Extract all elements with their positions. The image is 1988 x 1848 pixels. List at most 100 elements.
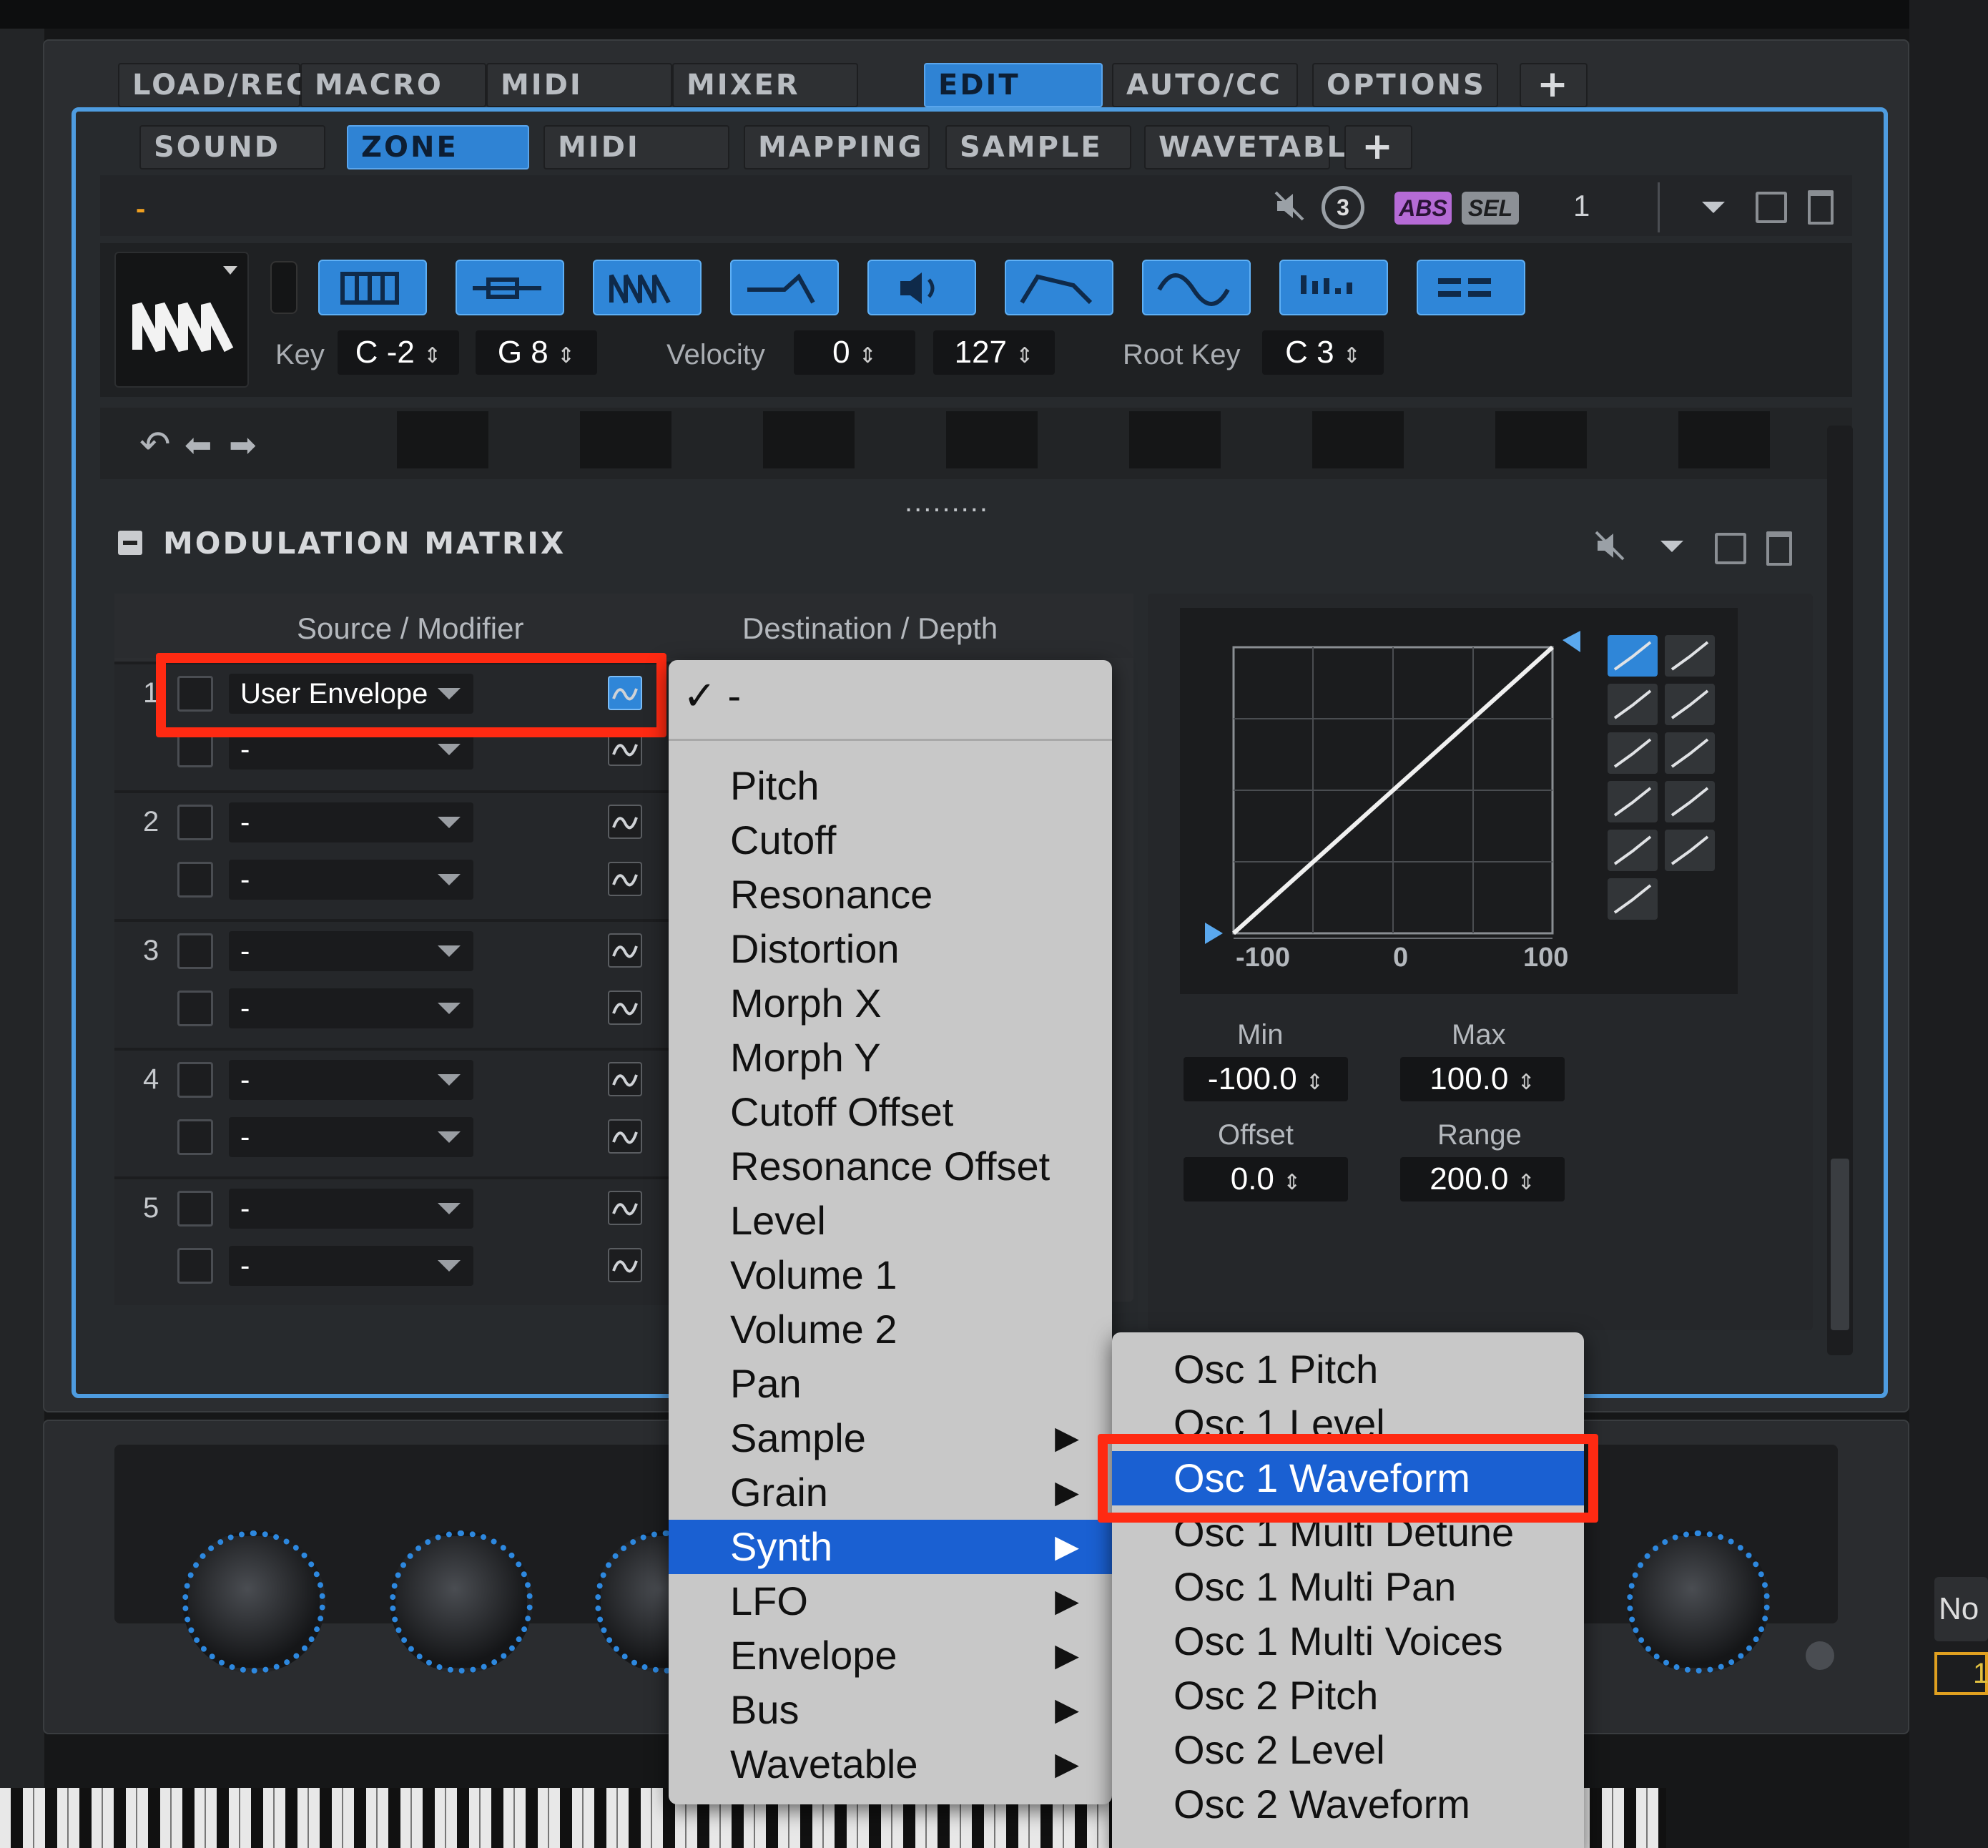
menu-item-grain[interactable]: Grain ▶ <box>669 1465 1112 1520</box>
curve-shape-curve-down-button[interactable] <box>1608 732 1658 774</box>
forward-arrow-icon[interactable]: ➡ <box>229 426 257 464</box>
menu-item-synth[interactable]: Synth ▶ <box>669 1520 1112 1574</box>
collapse-section-icon[interactable] <box>118 531 142 555</box>
modifier-dropdown[interactable]: - <box>229 1246 473 1286</box>
subtab-sample[interactable]: SAMPLE <box>945 125 1131 169</box>
modifier-curve-icon[interactable] <box>608 933 642 968</box>
history-slot[interactable] <box>1495 411 1587 468</box>
min-field[interactable]: -100.0 ⇕ <box>1184 1057 1348 1101</box>
submenu-item-osc-1-multi-pan[interactable]: Osc 1 Multi Pan <box>1112 1560 1584 1614</box>
curve-shape-step-button[interactable] <box>1665 635 1715 677</box>
knob[interactable] <box>182 1530 325 1673</box>
menu-item-sample[interactable]: Sample ▶ <box>669 1411 1112 1465</box>
tab-edit[interactable]: EDIT <box>924 63 1103 107</box>
submenu-item-osc-2-pitch[interactable]: Osc 2 Pitch <box>1112 1668 1584 1723</box>
velocity-low-field[interactable]: 0 ⇕ <box>794 330 915 375</box>
modifier-curve-icon[interactable] <box>608 991 642 1025</box>
source-dropdown[interactable]: - <box>229 802 473 842</box>
row-enable-checkbox[interactable] <box>177 933 213 969</box>
zone-type-logo[interactable] <box>114 252 249 388</box>
curve-shape-step-3-button[interactable] <box>1665 781 1715 822</box>
tab-midi[interactable]: MIDI <box>486 63 672 107</box>
zone-enable-toggle[interactable] <box>270 261 297 314</box>
row-enable-checkbox[interactable] <box>177 1191 213 1227</box>
modifier-curve-icon[interactable] <box>608 1191 642 1225</box>
key-high-field[interactable]: G 8 ⇕ <box>476 330 597 375</box>
menu-item-resonance-offset[interactable]: Resonance Offset <box>669 1139 1112 1194</box>
submenu-item-osc-1-pitch[interactable]: Osc 1 Pitch <box>1112 1342 1584 1397</box>
mm-trash-icon[interactable] <box>1766 531 1792 566</box>
row-enable-checkbox[interactable] <box>177 1062 213 1098</box>
modifier-curve-icon[interactable] <box>608 1119 642 1154</box>
offset-field[interactable]: 0.0 ⇕ <box>1184 1157 1348 1201</box>
list-section-button[interactable] <box>1417 260 1525 315</box>
curve-shape-linear-2-button[interactable] <box>1665 684 1715 725</box>
preset-dropdown-icon[interactable] <box>1702 202 1725 213</box>
filter-section-button[interactable] <box>730 260 839 315</box>
subtab-wavetable[interactable]: WAVETABLE <box>1144 125 1367 169</box>
scrollbar-thumb[interactable] <box>1831 1159 1849 1330</box>
focus-badge[interactable]: 3 <box>1322 186 1364 229</box>
menu-item-pan[interactable]: Pan <box>669 1357 1112 1411</box>
modifier-curve-icon[interactable] <box>608 1062 642 1096</box>
add-subtab-button[interactable]: + <box>1344 125 1412 169</box>
menu-item-resonance[interactable]: Resonance <box>669 868 1112 922</box>
tab-options[interactable]: OPTIONS <box>1312 63 1498 107</box>
save-icon[interactable] <box>1756 192 1787 223</box>
tab-load-rec[interactable]: LOAD/REC <box>118 63 307 107</box>
curve-shape-ramp-button[interactable] <box>1608 878 1658 920</box>
mm-preset-dropdown-icon[interactable] <box>1660 541 1683 552</box>
row-enable-checkbox[interactable] <box>177 805 213 840</box>
menu-item-pitch[interactable]: Pitch <box>669 759 1112 813</box>
row-enable-checkbox[interactable] <box>177 862 213 898</box>
menu-item-morph-x[interactable]: Morph X <box>669 976 1112 1031</box>
history-slot[interactable] <box>1129 411 1221 468</box>
row-enable-checkbox[interactable] <box>177 991 213 1026</box>
range-field[interactable]: 200.0 ⇕ <box>1400 1157 1565 1201</box>
curve-shape-step-2-button[interactable] <box>1665 732 1715 774</box>
velocity-high-field[interactable]: 127 ⇕ <box>933 330 1055 375</box>
curve-shape-peak-button[interactable] <box>1608 781 1658 822</box>
source-dropdown[interactable]: - <box>229 1060 473 1100</box>
history-slot[interactable] <box>946 411 1038 468</box>
source-dropdown[interactable]: - <box>229 931 473 971</box>
modifier-curve-icon[interactable] <box>608 862 642 896</box>
subtab-mapping[interactable]: MAPPING <box>744 125 930 169</box>
step-section-button[interactable] <box>1279 260 1388 315</box>
sel-button[interactable]: SEL <box>1462 192 1519 225</box>
knob[interactable] <box>390 1530 533 1673</box>
modifier-dropdown[interactable]: - <box>229 1117 473 1157</box>
root-key-field[interactable]: C 3 ⇕ <box>1262 330 1384 375</box>
submenu-item-osc-2-waveform[interactable]: Osc 2 Waveform <box>1112 1777 1584 1832</box>
modifier-dropdown[interactable]: - <box>229 860 473 900</box>
menu-item-volume-1[interactable]: Volume 1 <box>669 1248 1112 1302</box>
modifier-curve-icon[interactable] <box>608 1248 642 1282</box>
mm-save-icon[interactable] <box>1715 533 1746 564</box>
history-slot[interactable] <box>1312 411 1404 468</box>
submenu-item-osc-1-multi-voices[interactable]: Osc 1 Multi Voices <box>1112 1614 1584 1668</box>
back-arrow-icon[interactable]: ⬅ <box>184 426 212 464</box>
menu-item-none[interactable]: ✓ - <box>669 669 1112 723</box>
menu-item-bus[interactable]: Bus ▶ <box>669 1683 1112 1737</box>
no-button[interactable]: No <box>1934 1577 1988 1641</box>
menu-item-envelope[interactable]: Envelope ▶ <box>669 1628 1112 1683</box>
modifier-dropdown[interactable]: - <box>229 988 473 1028</box>
menu-item-volume-2[interactable]: Volume 2 <box>669 1302 1112 1357</box>
modifier-curve-icon[interactable] <box>608 805 642 839</box>
zone-slider-section-button[interactable] <box>456 260 564 315</box>
lfo-section-button[interactable] <box>1142 260 1251 315</box>
oscillator-section-button[interactable] <box>593 260 702 315</box>
submenu-item-osc-2-level[interactable]: Osc 2 Level <box>1112 1723 1584 1777</box>
undo-icon[interactable]: ↶ <box>139 423 171 466</box>
curve-shape-linear-button[interactable] <box>1608 635 1658 677</box>
history-slot[interactable] <box>397 411 488 468</box>
resize-handle[interactable]: ......... <box>905 486 989 518</box>
knob[interactable] <box>1627 1530 1770 1673</box>
subtab-zone[interactable]: ZONE <box>347 125 529 169</box>
subtab-midi-mod[interactable]: MIDI MOD <box>543 125 729 205</box>
subtab-sound[interactable]: SOUND <box>139 125 325 169</box>
menu-item-cutoff[interactable]: Cutoff <box>669 813 1112 868</box>
menu-item-distortion[interactable]: Distortion <box>669 922 1112 976</box>
mute-icon[interactable] <box>1273 190 1306 222</box>
keyboard-section-button[interactable] <box>318 260 427 315</box>
